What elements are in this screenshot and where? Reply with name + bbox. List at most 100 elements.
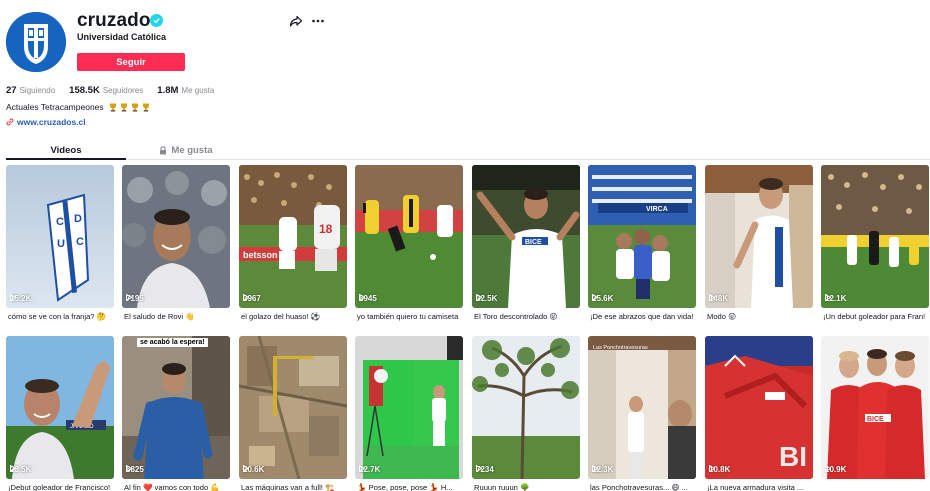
likes-count: 1.8M <box>157 85 179 96</box>
video-caption[interactable]: ¡De ese abrazos que dan vida! <box>590 312 696 321</box>
video-caption[interactable]: ¡La nueva armadura visita ... <box>707 483 813 491</box>
view-count: 15.2K <box>10 294 31 303</box>
tab-likes-label: Me gusta <box>171 144 213 156</box>
video-caption[interactable]: ¡Un debut goleador para Fran! <box>823 312 929 321</box>
video-thumbnail[interactable]: betsson 18 3967 <box>239 165 347 308</box>
video-caption[interactable]: yo también quiero tu camiseta <box>357 312 463 321</box>
svg-text:BICE: BICE <box>867 416 884 423</box>
video-caption[interactable]: El saludo de Rovi 👋 <box>124 312 230 321</box>
trophy-icon <box>109 103 116 112</box>
video-thumbnail[interactable]: BICE 10.9K <box>821 336 929 479</box>
view-count: 20.6K <box>243 465 264 474</box>
view-count: 23.5K <box>10 465 31 474</box>
following-count[interactable]: 27 <box>6 85 17 96</box>
share-icon[interactable] <box>289 14 303 28</box>
trophy-icon <box>120 103 127 112</box>
play-icon <box>126 465 132 472</box>
video-thumbnail[interactable]: 7234 <box>472 336 580 479</box>
video-caption[interactable]: El Toro descontrolado 😜 <box>474 312 580 321</box>
svg-text:U: U <box>57 238 65 250</box>
view-count: 10.8K <box>709 465 730 474</box>
link-icon <box>6 118 14 126</box>
profile-stats: 27 Siguiendo 158.5K Seguidores 1.8M Me g… <box>6 85 228 96</box>
video-thumbnail[interactable]: se acabó la espera! 6825 <box>122 336 230 479</box>
video-caption[interactable]: Modo 😜 <box>707 312 813 321</box>
play-icon <box>243 294 249 301</box>
avatar[interactable] <box>6 12 66 72</box>
likes-label: Me gusta <box>181 86 215 95</box>
video-thumbnail[interactable]: 20.6K <box>239 336 347 479</box>
svg-text:BI: BI <box>779 441 807 472</box>
verified-icon <box>150 14 163 27</box>
followers-label: Seguidores <box>102 86 144 95</box>
video-thumbnail[interactable]: 6945 <box>355 165 463 308</box>
play-icon <box>825 294 831 301</box>
play-icon <box>825 465 831 472</box>
video-thumbnail[interactable]: BICE 32.5K <box>472 165 580 308</box>
video-caption[interactable]: Al fin ❤️ vamos con todo 💪 <box>124 483 230 491</box>
bio-text: Actuales Tetracampeones <box>6 102 104 112</box>
view-count: 6945 <box>359 294 377 303</box>
lock-icon <box>160 145 167 154</box>
video-overlay-text: Las Ponchotravesuras <box>593 345 648 351</box>
following-label: Siguiendo <box>19 86 56 95</box>
video-caption[interactable]: ¡Debut goleador de Francisco! <box>8 483 114 491</box>
video-caption[interactable]: Ruuun ruuun 🌳 <box>474 483 580 491</box>
play-icon <box>476 294 482 301</box>
profile-tabs: Videos Me gusta <box>6 140 930 160</box>
svg-text:18: 18 <box>319 222 333 236</box>
video-caption[interactable]: cómo se ve con la franja? 🤔 <box>8 312 114 321</box>
video-thumbnail[interactable]: 7195 <box>122 165 230 308</box>
profile-link-text[interactable]: www.cruzados.cl <box>17 117 86 127</box>
svg-text:VIRCA: VIRCA <box>646 206 668 213</box>
video-thumbnail[interactable]: BI 10.8K <box>705 336 813 479</box>
video-thumbnail[interactable]: 12.1K <box>821 165 929 308</box>
tab-active-indicator <box>6 158 126 160</box>
video-caption[interactable]: las Ponchotravesuras... 😄 ... <box>590 483 696 491</box>
profile-username: cruzados <box>77 10 162 31</box>
play-icon <box>709 465 715 472</box>
video-thumbnail[interactable]: 148K <box>705 165 813 308</box>
followers-count[interactable]: 158.5K <box>69 85 100 96</box>
video-thumbnail[interactable]: VIRCA 25.6K <box>588 165 696 308</box>
view-count: 12.1K <box>825 294 846 303</box>
svg-text:D: D <box>74 213 82 225</box>
video-thumbnail[interactable]: C D U C 15.2K <box>6 165 114 308</box>
trophy-icon <box>142 103 149 112</box>
view-count: 7195 <box>126 294 144 303</box>
video-caption[interactable]: el golazo del huaso! ⚽ <box>241 312 347 321</box>
play-icon <box>10 465 16 472</box>
tab-videos[interactable]: Videos <box>6 140 126 160</box>
svg-text:betsson: betsson <box>243 250 278 260</box>
video-overlay-text: se acabó la espera! <box>137 338 208 347</box>
video-thumbnail[interactable]: Las Ponchotravesuras 12.3K <box>588 336 696 479</box>
play-icon <box>476 465 482 472</box>
trophy-icon <box>131 103 138 112</box>
play-icon <box>709 294 715 301</box>
video-thumbnail[interactable]: JANAVO 23.5K <box>6 336 114 479</box>
svg-text:C: C <box>76 236 84 248</box>
profile-bio: Actuales Tetracampeones <box>6 102 150 112</box>
play-icon <box>359 465 365 472</box>
play-icon <box>10 294 16 301</box>
view-count: 3967 <box>243 294 261 303</box>
play-icon <box>126 294 132 301</box>
view-count: 6825 <box>126 465 144 474</box>
tabs-divider <box>6 159 930 160</box>
video-thumbnail[interactable]: 12.7K <box>355 336 463 479</box>
video-caption[interactable]: Las máquinas van a full! 🏗️ <box>241 483 347 491</box>
follow-button[interactable]: Seguir <box>77 53 185 71</box>
more-icon[interactable] <box>311 14 325 28</box>
view-count: 12.3K <box>592 465 613 474</box>
video-caption[interactable]: 💃 Pose, pose, pose 💃 H... <box>357 483 463 491</box>
play-icon <box>592 465 598 472</box>
profile-link[interactable]: www.cruzados.cl <box>6 117 86 127</box>
view-count: 32.5K <box>476 294 497 303</box>
play-icon <box>243 465 249 472</box>
tab-likes[interactable]: Me gusta <box>126 140 246 160</box>
view-count: 148K <box>709 294 728 303</box>
svg-text:BICE: BICE <box>525 239 542 246</box>
view-count: 25.6K <box>592 294 613 303</box>
view-count: 12.7K <box>359 465 380 474</box>
svg-text:C: C <box>56 216 64 228</box>
